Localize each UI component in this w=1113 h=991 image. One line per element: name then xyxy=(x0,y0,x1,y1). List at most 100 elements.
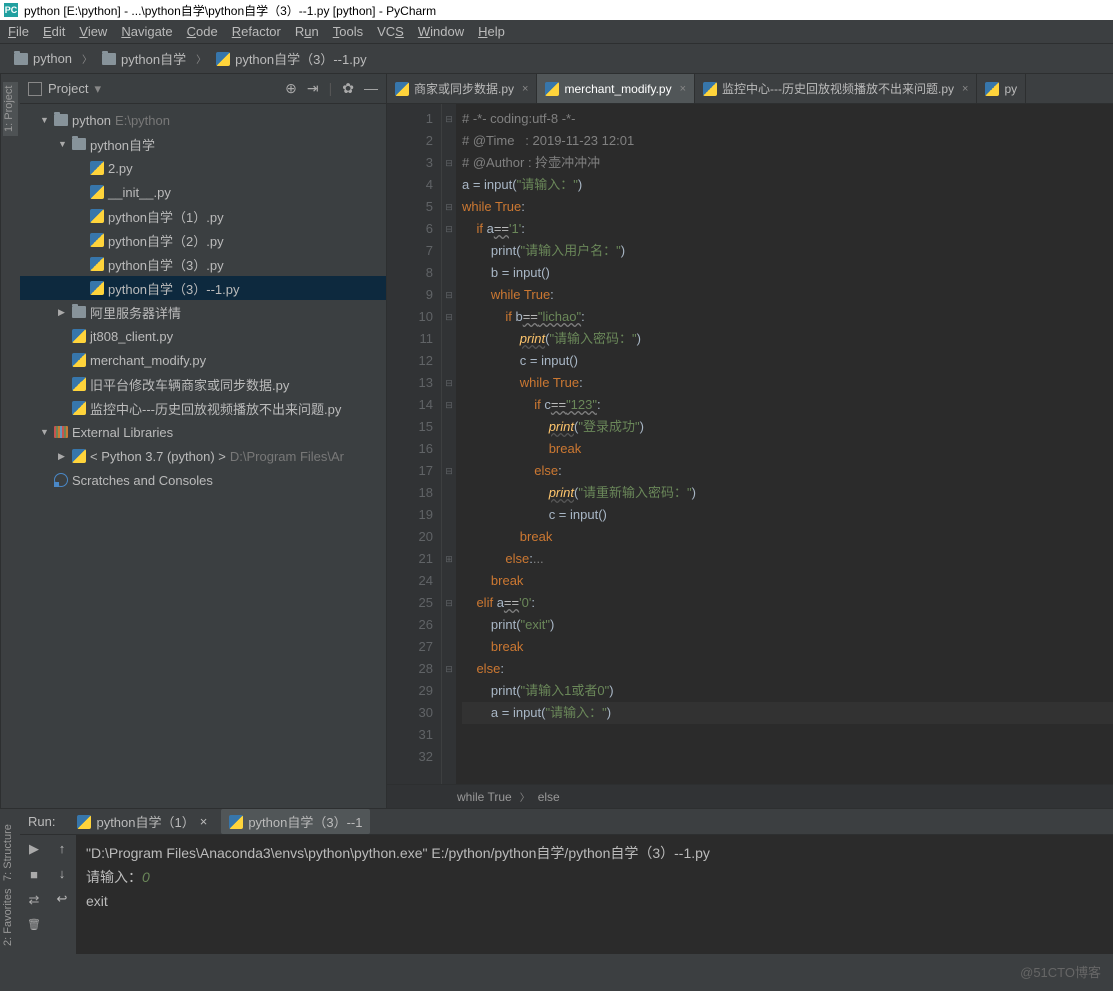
collapse-icon[interactable]: ⇥ xyxy=(307,80,319,97)
tree-row[interactable]: ▶ < Python 3.7 (python) > D:\Program File… xyxy=(20,444,386,468)
tool-tab-structure[interactable]: 7: Structure xyxy=(2,824,18,881)
tree-row[interactable]: ▼python E:\python xyxy=(20,108,386,132)
python-icon xyxy=(90,233,104,247)
expand-arrow[interactable]: ▶ xyxy=(58,307,68,318)
expand-arrow[interactable]: ▼ xyxy=(40,427,50,437)
tree-row[interactable]: 2.py xyxy=(20,156,386,180)
down-icon[interactable]: ↓ xyxy=(59,866,66,881)
stop-icon[interactable]: ■ xyxy=(30,867,38,882)
tree-row[interactable]: ▼ External Libraries xyxy=(20,420,386,444)
close-icon[interactable]: × xyxy=(200,814,208,829)
menu-code[interactable]: Code xyxy=(187,24,218,39)
folder-icon xyxy=(72,306,86,318)
console-output[interactable]: "D:\Program Files\Anaconda3\envs\python\… xyxy=(76,835,1113,991)
close-icon[interactable]: × xyxy=(522,83,528,95)
menu-window[interactable]: Window xyxy=(418,24,464,39)
tree-label: External Libraries xyxy=(72,425,173,440)
fold-gutter[interactable]: ⊟ ⊟ ⊟⊟ ⊟⊟ ⊟⊟ ⊟ ⊞ ⊟ ⊟ xyxy=(442,104,456,784)
crumb-file[interactable]: python自学（3）--1.py xyxy=(210,47,373,70)
expand-arrow[interactable]: ▶ xyxy=(58,451,68,462)
folder-icon xyxy=(72,138,86,150)
code-content[interactable]: # -*- coding:utf-8 -*-# @Time : 2019-11-… xyxy=(456,104,1113,784)
python-icon xyxy=(72,353,86,367)
tree-row[interactable]: jt808_client.py xyxy=(20,324,386,348)
menu-refactor[interactable]: Refactor xyxy=(232,24,281,39)
run-panel: 2: Favorites 7: Structure Run: python自学（… xyxy=(0,808,1113,954)
pycharm-icon: PC xyxy=(4,3,18,17)
tree-label: 监控中心---历史回放视频播放不出来问题.py xyxy=(90,399,341,418)
expand-arrow[interactable]: ▼ xyxy=(58,139,68,149)
crumb-root[interactable]: python xyxy=(8,49,78,68)
python-icon xyxy=(77,815,91,829)
tree-label: merchant_modify.py xyxy=(90,353,206,368)
editor-tab[interactable]: 监控中心---历史回放视频播放不出来问题.py× xyxy=(695,74,977,103)
trash-icon[interactable]: 🗑 xyxy=(27,918,41,931)
gear-icon[interactable]: ✿ xyxy=(342,80,354,97)
tree-label: python自学（3）--1.py xyxy=(108,279,240,298)
tree-label: 2.py xyxy=(108,161,133,176)
run-tab-1[interactable]: python自学（1） × xyxy=(69,809,215,834)
python-icon xyxy=(72,449,86,463)
run-tab-2[interactable]: python自学（3）--1 xyxy=(221,809,370,834)
menu-help[interactable]: Help xyxy=(478,24,505,39)
python-icon xyxy=(90,185,104,199)
close-icon[interactable]: × xyxy=(680,83,686,95)
tree-row[interactable]: python自学（2）.py xyxy=(20,228,386,252)
tree-row[interactable]: ▶阿里服务器详情 xyxy=(20,300,386,324)
menu-navigate[interactable]: Navigate xyxy=(121,24,172,39)
python-icon xyxy=(985,82,999,96)
tree-row[interactable]: python自学（3）--1.py xyxy=(20,276,386,300)
tree-row[interactable]: python自学（1）.py xyxy=(20,204,386,228)
crumb-folder[interactable]: python自学 xyxy=(96,47,192,70)
menu-tools[interactable]: Tools xyxy=(333,24,363,39)
menu-run[interactable]: Run xyxy=(295,24,319,39)
python-icon xyxy=(72,329,86,343)
code-breadcrumb[interactable]: while True〉else xyxy=(387,784,1113,808)
run-nav: ↑ ↓ ↩ xyxy=(48,835,76,991)
tree-row[interactable]: python自学（3）.py xyxy=(20,252,386,276)
run-controls: ▶ ■ ⇄ 🗑 xyxy=(20,835,48,991)
editor-tabs: 商家或同步数据.py×merchant_modify.py×监控中心---历史回… xyxy=(387,74,1113,104)
tool-tab-favorites[interactable]: 2: Favorites xyxy=(2,889,18,946)
close-icon[interactable]: × xyxy=(962,83,968,95)
expand-arrow[interactable]: ▼ xyxy=(40,115,50,125)
tree-path: D:\Program Files\Ar xyxy=(230,449,344,464)
tree-row[interactable]: merchant_modify.py xyxy=(20,348,386,372)
scratch-icon xyxy=(54,473,68,487)
tree-label: 旧平台修改车辆商家或同步数据.py xyxy=(90,375,289,394)
menu-vcs[interactable]: VCS xyxy=(377,24,404,39)
editor-tab[interactable]: merchant_modify.py× xyxy=(537,74,695,103)
library-icon xyxy=(54,426,68,438)
tree-row[interactable]: 监控中心---历史回放视频播放不出来问题.py xyxy=(20,396,386,420)
tree-row[interactable]: 旧平台修改车辆商家或同步数据.py xyxy=(20,372,386,396)
target-icon[interactable]: ⊕ xyxy=(285,80,297,97)
layout-icon[interactable]: ⇄ xyxy=(29,892,40,908)
tool-tab-project[interactable]: 1: Project xyxy=(3,82,18,136)
menu-file[interactable]: File xyxy=(8,24,29,39)
wrap-icon[interactable]: ↩ xyxy=(57,891,68,907)
hide-icon[interactable]: — xyxy=(364,80,378,97)
chevron-down-icon[interactable]: ▾ xyxy=(94,81,101,97)
folder-icon xyxy=(54,114,68,126)
tree-row[interactable]: ▼python自学 xyxy=(20,132,386,156)
menu-edit[interactable]: Edit xyxy=(43,24,65,39)
up-icon[interactable]: ↑ xyxy=(59,841,66,856)
code-editor[interactable]: 1234567891011121314151617181920212425262… xyxy=(387,104,1113,784)
editor-tab[interactable]: 商家或同步数据.py× xyxy=(387,74,537,103)
tree-label: python自学（3）.py xyxy=(108,255,224,274)
project-tree[interactable]: ▼python E:\python▼python自学 2.py __init__.p… xyxy=(20,104,386,808)
line-gutter: 1234567891011121314151617181920212425262… xyxy=(387,104,442,784)
tree-row[interactable]: Scratches and Consoles xyxy=(20,468,386,492)
breadcrumb-bar: python 〉 python自学 〉 python自学（3）--1.py xyxy=(0,44,1113,74)
left-tool-gutter: 1: Project xyxy=(0,74,20,808)
editor-tab[interactable]: py xyxy=(977,74,1026,103)
rerun-icon[interactable]: ▶ xyxy=(29,841,39,857)
python-icon xyxy=(90,257,104,271)
menu-view[interactable]: View xyxy=(79,24,107,39)
watermark: @51CTO博客 xyxy=(1020,961,1101,985)
tree-label: < Python 3.7 (python) > xyxy=(90,449,226,464)
tree-row[interactable]: __init__.py xyxy=(20,180,386,204)
python-icon xyxy=(90,281,104,295)
chevron-right-icon: 〉 xyxy=(196,51,206,66)
python-icon xyxy=(72,377,86,391)
